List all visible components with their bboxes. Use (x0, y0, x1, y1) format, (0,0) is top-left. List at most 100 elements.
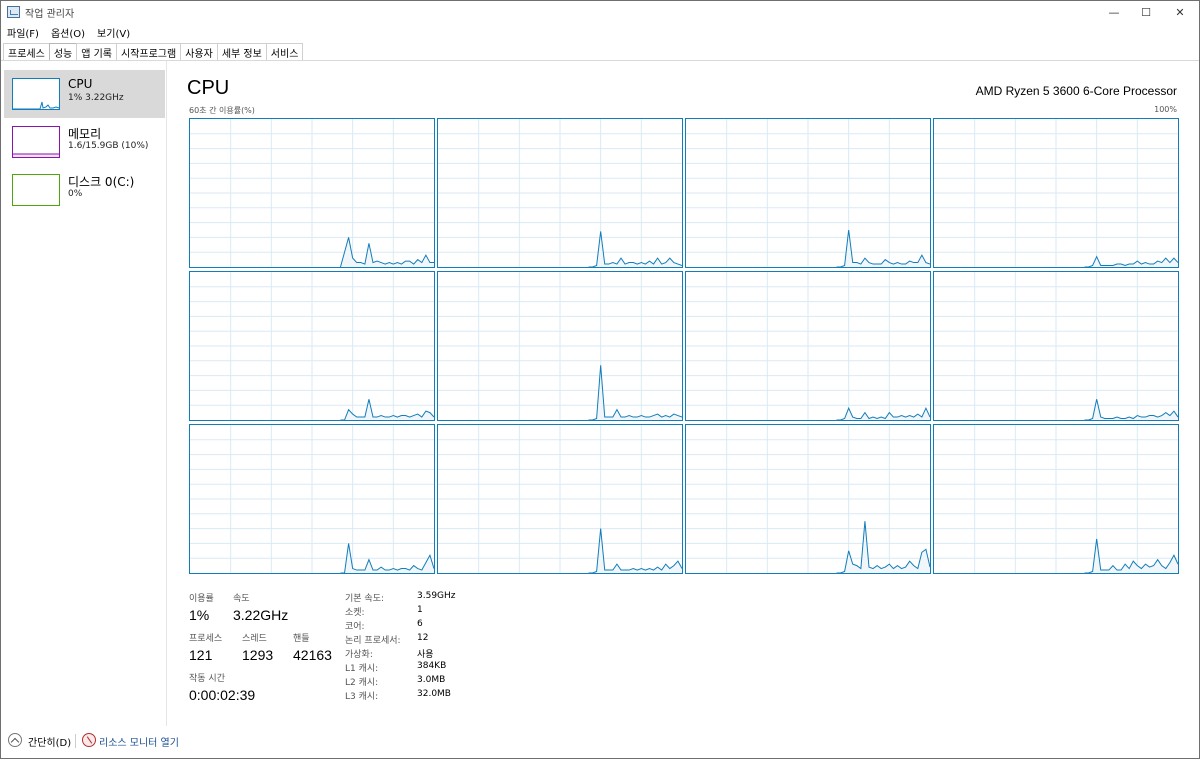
menu-bar: 파일(F) 옵션(O) 보기(V) (1, 24, 136, 40)
resource-monitor-icon[interactable] (82, 733, 96, 747)
cpu-core-chart (438, 272, 682, 420)
cpu-core-chart (686, 272, 930, 420)
tab-users[interactable]: 사용자 (180, 43, 218, 60)
memory-thumbnail-graph (12, 126, 60, 158)
logical-processor-graph (189, 271, 435, 421)
menu-view[interactable]: 보기(V) (91, 24, 136, 40)
menu-file[interactable]: 파일(F) (1, 24, 45, 40)
detail-value: 3.59GHz (417, 591, 456, 601)
task-manager-icon (7, 6, 20, 18)
sidebar-item-value: 0% (68, 189, 83, 199)
cpu-core-chart (190, 119, 434, 267)
sidebar-item-disk[interactable]: 디스크 0(C:) 0% (4, 166, 165, 214)
stat-usage: 이용률 1% (189, 591, 214, 623)
stat-value: 1293 (242, 647, 274, 663)
logical-processor-graph (685, 424, 931, 574)
logical-processor-graph (685, 118, 931, 268)
open-resource-monitor-link[interactable]: 리소스 모니터 열기 (99, 734, 179, 749)
detail-row: L2 캐시: 3.0MB (345, 675, 456, 689)
stat-value: 3.22GHz (233, 607, 289, 623)
cpu-core-chart (686, 119, 930, 267)
tab-performance[interactable]: 성능 (48, 43, 78, 61)
close-button[interactable]: ✕ (1163, 1, 1197, 23)
task-manager-window: 작업 관리자 — ☐ ✕ 파일(F) 옵션(O) 보기(V) 프로세스 성능 앱… (0, 0, 1200, 759)
tab-processes[interactable]: 프로세스 (3, 43, 50, 60)
detail-row: 소켓: 1 (345, 605, 456, 619)
cpu-core-chart (934, 119, 1178, 267)
detail-row: 가상화: 사용 (345, 647, 456, 661)
cpu-core-chart (686, 425, 930, 573)
cpu-core-chart (438, 425, 682, 573)
logical-processor-graph (189, 424, 435, 574)
logical-processor-graph (685, 271, 931, 421)
cpu-panel: CPU AMD Ryzen 5 3600 6-Core Processor 60… (167, 61, 1199, 726)
logical-processor-graphs (189, 118, 1189, 574)
stat-label: 프로세스 (189, 634, 223, 644)
sidebar-item-value: 1% 3.22GHz (68, 93, 124, 103)
detail-label: 논리 프로세서: (345, 636, 401, 646)
cpu-core-chart (438, 119, 682, 267)
cpu-core-chart (934, 425, 1178, 573)
stat-speed: 속도 3.22GHz (233, 591, 288, 623)
fewer-details-button[interactable]: 간단히(D) (28, 734, 71, 749)
status-divider (75, 734, 76, 748)
detail-label: L3 캐시: (345, 692, 379, 702)
title-bar: 작업 관리자 — ☐ ✕ (1, 1, 1199, 23)
menu-options[interactable]: 옵션(O) (45, 24, 91, 40)
performance-sidebar: CPU 1% 3.22GHz 메모리 1.6/15.9GB (10%) 디스크 … (1, 61, 167, 726)
detail-label: L2 캐시: (345, 678, 379, 688)
maximize-button[interactable]: ☐ (1129, 1, 1163, 23)
detail-row: 논리 프로세서: 12 (345, 633, 456, 647)
stat-value: 1% (189, 607, 210, 623)
stat-label: 작동 시간 (189, 674, 225, 684)
detail-row: 코어: 6 (345, 619, 456, 633)
detail-row: L1 캐시: 384KB (345, 661, 456, 675)
cpu-thumbnail-graph (12, 78, 60, 110)
status-bar: 간단히(D) 리소스 모니터 열기 (1, 727, 1199, 757)
logical-processor-graph (189, 118, 435, 268)
cpu-model-name: AMD Ryzen 5 3600 6-Core Processor (975, 84, 1177, 98)
sidebar-item-cpu[interactable]: CPU 1% 3.22GHz (4, 70, 165, 118)
cpu-core-chart (190, 425, 434, 573)
tab-services[interactable]: 서비스 (265, 43, 304, 60)
stat-threads: 스레드 1293 (242, 631, 273, 663)
sidebar-item-value: 1.6/15.9GB (10%) (68, 141, 149, 151)
cpu-core-chart (934, 272, 1178, 420)
sidebar-item-label: 메모리 (68, 127, 102, 141)
detail-value: 사용 (417, 650, 434, 660)
detail-label: 가상화: (345, 650, 373, 660)
logical-processor-graph (437, 118, 683, 268)
sidebar-item-memory[interactable]: 메모리 1.6/15.9GB (10%) (4, 118, 165, 166)
logical-processor-graph (933, 271, 1179, 421)
detail-label: 소켓: (345, 608, 365, 618)
detail-value: 1 (417, 605, 423, 615)
logical-processor-graph (933, 424, 1179, 574)
detail-value: 3.0MB (417, 675, 446, 685)
minimize-button[interactable]: — (1097, 1, 1131, 23)
tab-app-history[interactable]: 앱 기록 (76, 43, 117, 60)
graph-max-label: 100% (1154, 105, 1177, 114)
logical-processor-graph (933, 118, 1179, 268)
detail-label: 코어: (345, 622, 365, 632)
chevron-up-icon[interactable] (8, 733, 22, 747)
stat-label: 이용률 (189, 594, 214, 604)
page-title: CPU (187, 77, 230, 99)
detail-value: 384KB (417, 661, 447, 671)
detail-row: L3 캐시: 32.0MB (345, 689, 456, 703)
stat-processes: 프로세스 121 (189, 631, 222, 663)
stat-label: 스레드 (242, 634, 267, 644)
detail-label: L1 캐시: (345, 664, 379, 674)
logical-processor-graph (437, 271, 683, 421)
stat-uptime: 작동 시간 0:00:02:39 (189, 671, 255, 703)
tab-details[interactable]: 세부 정보 (216, 43, 267, 60)
stat-value: 121 (189, 647, 213, 663)
stat-handles: 핸들 42163 (293, 631, 332, 663)
detail-value: 6 (417, 619, 423, 629)
detail-value: 12 (417, 633, 429, 643)
series-area (1084, 399, 1178, 420)
logical-processor-graph (437, 424, 683, 574)
tab-startup[interactable]: 시작프로그램 (116, 43, 182, 60)
stat-value: 0:00:02:39 (189, 687, 256, 703)
graph-caption: 60초 간 이용률(%) (189, 106, 255, 115)
detail-value: 32.0MB (417, 689, 451, 699)
